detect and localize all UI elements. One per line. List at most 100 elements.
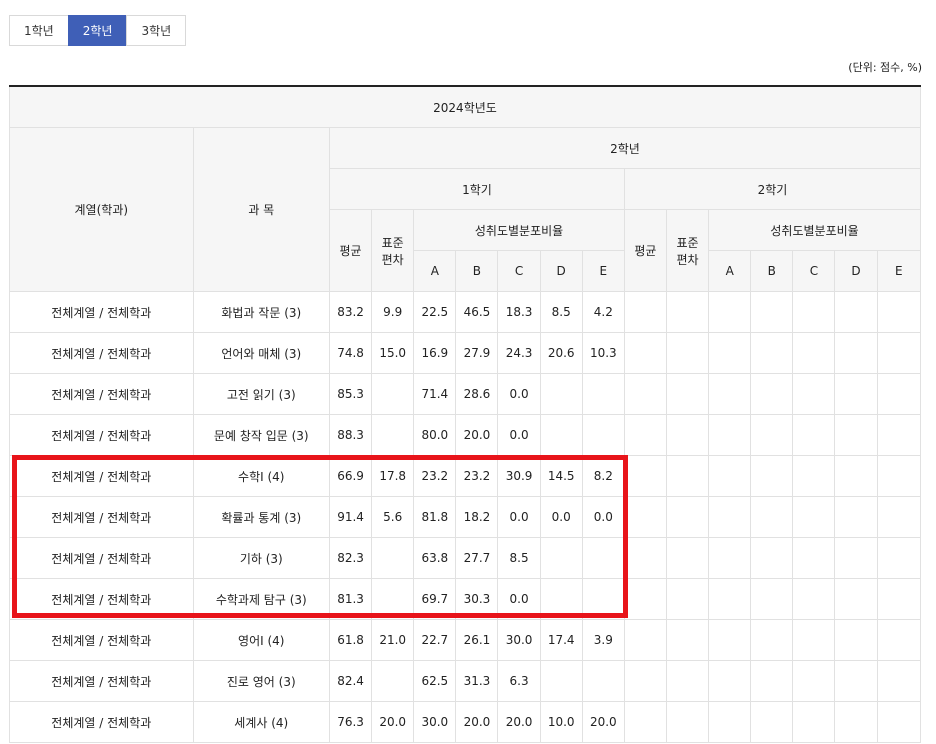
grade-b-cell: 20.0	[455, 701, 499, 743]
grade-a-cell: 22.5	[413, 291, 457, 333]
tab-grade-1[interactable]: 1학년	[9, 15, 68, 46]
sem2-empty-cell	[623, 660, 667, 702]
grade-a-cell: 69.7	[413, 578, 457, 620]
sem2-empty-cell	[623, 496, 667, 538]
sem2-empty-cell	[665, 701, 710, 743]
sem2-empty-cell	[750, 496, 794, 538]
sem1-avg-header: 평균	[328, 209, 373, 292]
sem2-empty-cell	[834, 332, 878, 374]
table-row: 전체계열 / 전체학과 확률과 통계 (3) 91.4 5.6 81.8 18.2 0.0 0…	[9, 496, 922, 538]
sem2-empty-cell	[665, 332, 710, 374]
sem2-empty-cell	[623, 332, 667, 374]
unit-note: (단위: 점수, %)	[848, 61, 922, 74]
sem2-grade-c-header: C	[792, 250, 836, 292]
grade-c-cell: 0.0	[497, 578, 541, 620]
sem2-empty-cell	[876, 332, 922, 374]
subject-cell: 기하 (3)	[192, 537, 330, 579]
subject-cell: 영어Ⅰ (4)	[192, 619, 330, 661]
grade-a-cell: 30.0	[413, 701, 457, 743]
grade-d-cell	[539, 578, 583, 620]
dept-cell: 전체계열 / 전체학과	[9, 537, 194, 579]
dept-cell: 전체계열 / 전체학과	[9, 619, 194, 661]
grade-e-cell: 4.2	[581, 291, 625, 333]
table-row: 전체계열 / 전체학과 영어Ⅰ (4) 61.8 21.0 22.7 26.1 30.0 17…	[9, 619, 922, 661]
sem2-empty-cell	[834, 373, 878, 415]
std-cell: 17.8	[371, 455, 415, 497]
sem2-empty-cell	[708, 496, 752, 538]
sem2-empty-cell	[750, 373, 794, 415]
sem2-empty-cell	[876, 373, 922, 415]
table-row: 전체계열 / 전체학과 고전 읽기 (3) 85.3 71.4 28.6 0.0	[9, 373, 922, 415]
grade-c-cell: 24.3	[497, 332, 541, 374]
sem2-empty-cell	[665, 455, 710, 497]
sem2-empty-cell	[792, 332, 836, 374]
table-row: 전체계열 / 전체학과 수학과제 탐구 (3) 81.3 69.7 30.3 0.0	[9, 578, 922, 620]
sem2-empty-cell	[708, 660, 752, 702]
score-table-container: 2024학년도 계열(학과) 과 목 2학년 1학기 2학기 평균 표준 편차 성…	[9, 85, 922, 743]
grade-b-cell: 46.5	[455, 291, 499, 333]
sem2-empty-cell	[623, 455, 667, 497]
grade-a-cell: 22.7	[413, 619, 457, 661]
sem1-grade-a-header: A	[413, 250, 457, 292]
sem2-empty-cell	[876, 496, 922, 538]
tab-grade-3[interactable]: 3학년	[126, 15, 187, 46]
tab-grade-2[interactable]: 2학년	[67, 15, 127, 46]
semester-1-header: 1학기	[328, 168, 625, 210]
sem2-empty-cell	[792, 537, 836, 579]
table-row: 전체계열 / 전체학과 수학Ⅰ (4) 66.9 17.8 23.2 23.2 30.9 14…	[9, 455, 922, 497]
sem2-grade-d-header: D	[834, 250, 878, 292]
subject-cell: 고전 읽기 (3)	[192, 373, 330, 415]
grade-c-cell: 20.0	[497, 701, 541, 743]
sem2-grade-a-header: A	[708, 250, 752, 292]
sem2-empty-cell	[876, 701, 922, 743]
subject-cell: 언어와 매체 (3)	[192, 332, 330, 374]
table-row: 전체계열 / 전체학과 진로 영어 (3) 82.4 62.5 31.3 6.3	[9, 660, 922, 702]
grade-d-cell	[539, 414, 583, 456]
dept-cell: 전체계열 / 전체학과	[9, 455, 194, 497]
sem2-empty-cell	[792, 373, 836, 415]
score-table-body: 전체계열 / 전체학과 화법과 작문 (3) 83.2 9.9 22.5 46.5 18.3…	[9, 291, 922, 743]
avg-cell: 83.2	[328, 291, 373, 333]
dept-cell: 전체계열 / 전체학과	[9, 373, 194, 415]
avg-cell: 76.3	[328, 701, 373, 743]
sem2-empty-cell	[876, 455, 922, 497]
sem2-empty-cell	[708, 414, 752, 456]
table-row: 전체계열 / 전체학과 언어와 매체 (3) 74.8 15.0 16.9 27.9 24.…	[9, 332, 922, 374]
sem2-empty-cell	[792, 701, 836, 743]
sem2-empty-cell	[750, 291, 794, 333]
sem1-grade-e-header: E	[581, 250, 625, 292]
sem1-grade-c-header: C	[497, 250, 541, 292]
sem2-empty-cell	[876, 660, 922, 702]
std-cell: 21.0	[371, 619, 415, 661]
sem2-empty-cell	[834, 660, 878, 702]
avg-cell: 74.8	[328, 332, 373, 374]
avg-cell: 61.8	[328, 619, 373, 661]
sem2-empty-cell	[708, 578, 752, 620]
grade-d-cell: 8.5	[539, 291, 583, 333]
sem2-empty-cell	[708, 455, 752, 497]
std-cell	[371, 373, 415, 415]
table-row: 전체계열 / 전체학과 화법과 작문 (3) 83.2 9.9 22.5 46.5 18.3…	[9, 291, 922, 333]
sem2-empty-cell	[792, 496, 836, 538]
grade-tabs: 1학년 2학년 3학년	[9, 15, 187, 46]
sem2-empty-cell	[792, 455, 836, 497]
sem2-empty-cell	[665, 291, 710, 333]
grade-b-cell: 31.3	[455, 660, 499, 702]
sem2-empty-cell	[750, 455, 794, 497]
sem2-empty-cell	[665, 537, 710, 579]
sem2-empty-cell	[834, 496, 878, 538]
sem2-empty-cell	[623, 414, 667, 456]
sem2-empty-cell	[708, 332, 752, 374]
grade-c-cell: 30.9	[497, 455, 541, 497]
sem2-empty-cell	[750, 578, 794, 620]
sem2-empty-cell	[708, 619, 752, 661]
subject-cell: 화법과 작문 (3)	[192, 291, 330, 333]
grade-c-cell: 0.0	[497, 496, 541, 538]
table-row: 전체계열 / 전체학과 문예 창작 입문 (3) 88.3 80.0 20.0 0.0	[9, 414, 922, 456]
sem2-empty-cell	[876, 291, 922, 333]
grade-c-cell: 0.0	[497, 373, 541, 415]
std-cell: 5.6	[371, 496, 415, 538]
sem2-avg-header: 평균	[623, 209, 667, 292]
grade-e-cell	[581, 537, 625, 579]
grade-e-cell	[581, 414, 625, 456]
